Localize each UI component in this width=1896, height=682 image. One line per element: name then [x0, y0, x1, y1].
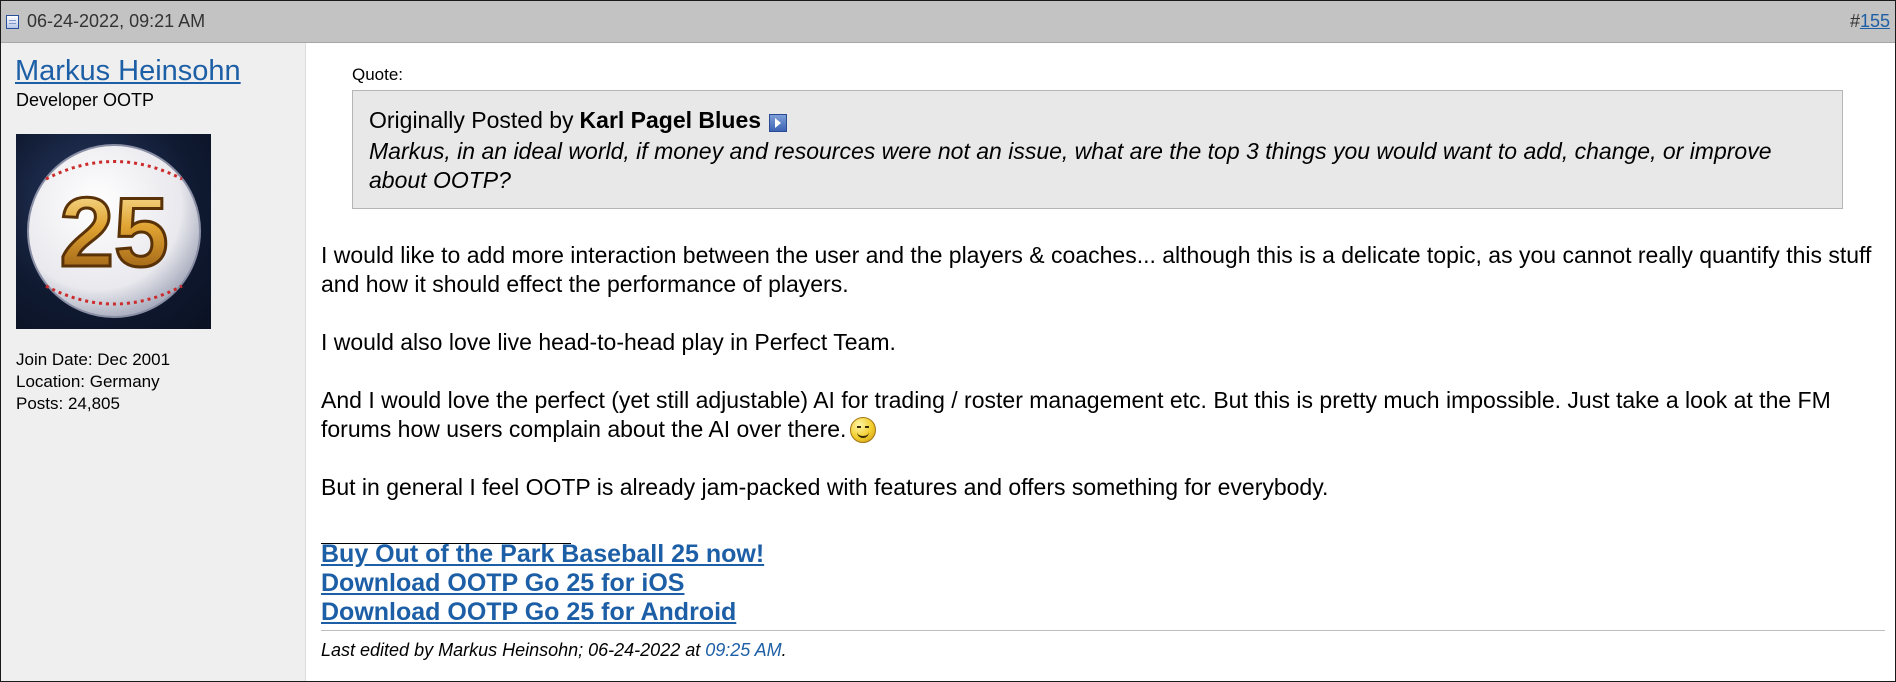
- user-sidebar: Markus Heinsohn Developer OOTP 25 Join D…: [1, 43, 306, 681]
- post-paragraph-3: And I would love the perfect (yet still …: [321, 386, 1886, 444]
- edit-prefix: Last edited by Markus Heinsohn; 06-24-20…: [321, 640, 706, 660]
- quote-prefix: Originally Posted by: [369, 107, 574, 133]
- avatar-number-25: 25: [59, 177, 168, 287]
- join-date: Join Date: Dec 2001: [16, 350, 171, 369]
- last-edited-note: Last edited by Markus Heinsohn; 06-24-20…: [321, 640, 787, 661]
- post-date: 06-24-2022, 09:21 AM: [27, 11, 206, 31]
- username-link[interactable]: Markus Heinsohn: [15, 55, 241, 88]
- ootp-go-android-link[interactable]: Download OOTP Go 25 for Android: [321, 598, 764, 627]
- ootp-go-ios-link[interactable]: Download OOTP Go 25 for iOS: [321, 569, 764, 598]
- edit-divider: [321, 630, 1885, 631]
- post-body: I would like to add more interaction bet…: [321, 241, 1886, 531]
- user-info: Join Date: Dec 2001 Location: Germany Po…: [16, 349, 170, 415]
- buy-ootp-link[interactable]: Buy Out of the Park Baseball 25 now!: [321, 540, 764, 569]
- edit-time: 09:25 AM: [705, 640, 782, 660]
- view-post-icon[interactable]: [769, 113, 788, 132]
- avatar[interactable]: 25: [16, 134, 211, 329]
- location: Location: Germany: [16, 372, 160, 391]
- edit-suffix: .: [781, 640, 787, 660]
- post-paragraph-4: But in general I feel OOTP is already ja…: [321, 474, 1329, 500]
- quote-author: Karl Pagel Blues: [579, 107, 762, 133]
- post-number: #155: [1850, 11, 1890, 32]
- quote-label: Quote:: [352, 65, 404, 84]
- wink-smilie-icon: [850, 417, 877, 443]
- post-content: Quote: Originally Posted by Karl Pagel B…: [306, 43, 1895, 681]
- user-title: Developer OOTP: [16, 90, 155, 110]
- post-number-link[interactable]: 155: [1860, 11, 1890, 31]
- signature: Buy Out of the Park Baseball 25 now! Dow…: [321, 540, 764, 627]
- quote-head: Originally Posted by Karl Pagel Blues: [369, 107, 788, 134]
- post-count: Posts: 24,805: [16, 394, 120, 413]
- post-paragraph-3-text: And I would love the perfect (yet still …: [321, 387, 1831, 442]
- post-paragraph-1: I would like to add more interaction bet…: [321, 242, 1872, 297]
- forum-post: 06-24-2022, 09:21 AM #155 Markus Heinsoh…: [0, 0, 1896, 682]
- post-paragraph-2: I would also love live head-to-head play…: [321, 329, 896, 355]
- post-hash: #: [1849, 11, 1860, 31]
- post-header: 06-24-2022, 09:21 AM #155: [1, 1, 1895, 43]
- post-icon: [6, 15, 19, 29]
- quote-text: Markus, in an ideal world, if money and …: [369, 138, 1772, 193]
- quote-box: Originally Posted by Karl Pagel Blues Ma…: [352, 90, 1843, 209]
- baseball-logo-icon: 25: [27, 144, 201, 318]
